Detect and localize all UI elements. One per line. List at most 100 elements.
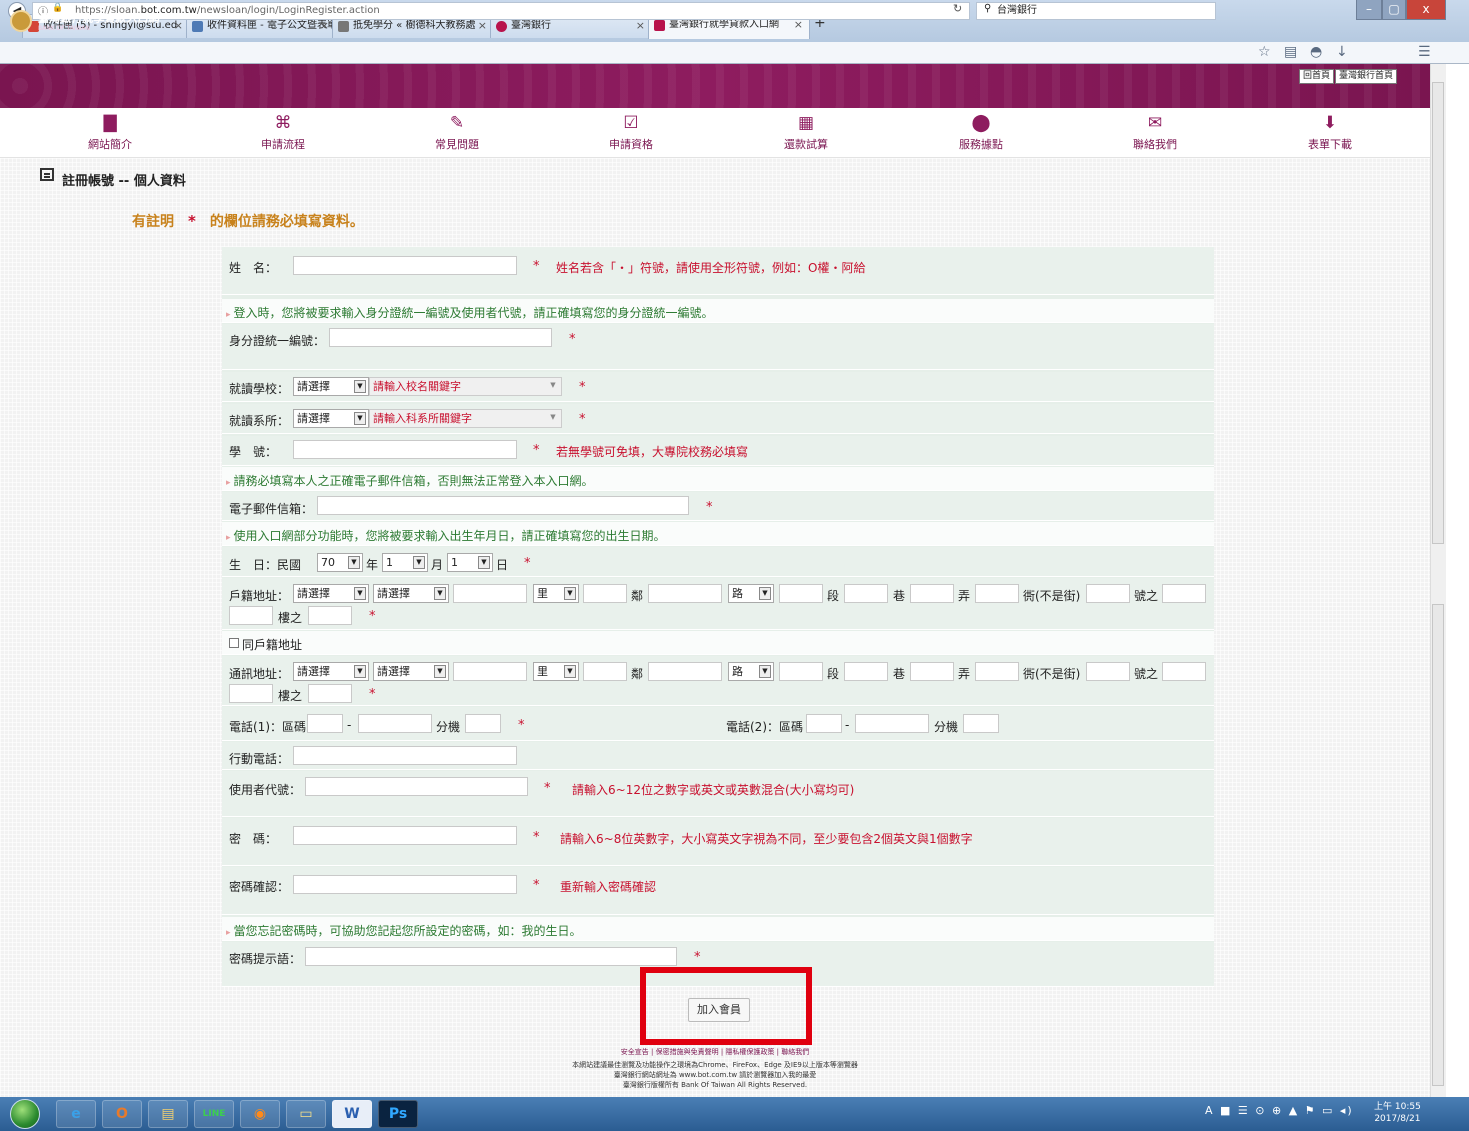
start-button[interactable]	[10, 1099, 40, 1129]
footer-links[interactable]: 安全宣告 | 保密措施與免責聲明 | 隱私權保護政策 | 聯絡我們	[0, 1047, 1430, 1057]
chevron-down-icon: ▼	[434, 587, 446, 600]
clock[interactable]: 上午 10:55 2017/8/21	[1374, 1101, 1421, 1125]
household-floor-sub-input[interactable]	[308, 606, 352, 625]
mailing-alley-input[interactable]	[910, 662, 954, 681]
ie-icon[interactable]: e	[56, 1100, 96, 1128]
birth-year-select[interactable]: 70 ▼	[317, 553, 363, 572]
password-hint-input[interactable]	[305, 947, 677, 966]
school-type-select[interactable]: 請選擇 ▼	[293, 377, 369, 396]
mailing-floor-sub-input[interactable]	[308, 684, 352, 703]
library-icon[interactable]: ▤	[1284, 44, 1297, 60]
sticky-notes-icon[interactable]: ▭	[286, 1100, 326, 1128]
password-hint: 請輸入6~8位英數字，大小寫英文字視為不同，至少要包含2個英文與1個數字	[560, 832, 973, 846]
household-number-sub-input[interactable]	[1162, 584, 1206, 603]
word-icon[interactable]: W	[332, 1100, 372, 1128]
phone2-number-input[interactable]	[855, 714, 929, 733]
password-confirm-input[interactable]	[293, 875, 517, 894]
mailing-number-sub-input[interactable]	[1162, 662, 1206, 681]
school-keyword-combobox[interactable]: 請輸入校名關鍵字 ▼	[369, 377, 562, 396]
household-street-input[interactable]	[975, 584, 1019, 603]
mailing-lin-input[interactable]	[583, 662, 627, 681]
nav-contact[interactable]: ✉ 聯絡我們	[1105, 112, 1205, 152]
household-road-select[interactable]: 路 ▼	[728, 584, 774, 603]
household-number-input[interactable]	[1086, 584, 1130, 603]
mailing-village-input[interactable]	[453, 662, 527, 681]
name-input[interactable]	[293, 256, 517, 275]
url-bar[interactable]: https://sloan.bot.com.tw/newsloan/login/…	[32, 2, 970, 20]
phone1-ext-input[interactable]	[465, 714, 501, 733]
firefox-icon[interactable]: ◉	[240, 1100, 280, 1128]
close-window-button[interactable]: x	[1406, 0, 1446, 20]
line-app-icon[interactable]: LINE	[194, 1100, 234, 1128]
lin-label: 鄰	[631, 667, 644, 681]
household-lane-input[interactable]	[844, 584, 888, 603]
mailing-lane-input[interactable]	[844, 662, 888, 681]
mailing-street-input[interactable]	[975, 662, 1019, 681]
household-city-select[interactable]: 請選擇 ▼	[293, 584, 369, 603]
nav-calculator[interactable]: ▦ 還款試算	[756, 112, 856, 152]
mailing-floor-input[interactable]	[229, 684, 273, 703]
mailing-number-input[interactable]	[1086, 662, 1130, 681]
navigation-bar	[0, 42, 1469, 64]
reload-icon[interactable]: ↻	[953, 2, 962, 15]
household-floor-input[interactable]	[229, 606, 273, 625]
download-icon[interactable]: ↓	[1336, 44, 1348, 60]
household-road-input[interactable]	[648, 584, 722, 603]
minimize-button[interactable]: –	[1356, 0, 1382, 20]
nav-faq[interactable]: ✎ 常見問題	[407, 112, 507, 152]
maximize-button[interactable]: ▢	[1382, 0, 1406, 20]
scrollbar-thumb[interactable]	[1432, 82, 1444, 544]
household-village-input[interactable]	[453, 584, 527, 603]
office-icon[interactable]: O	[102, 1100, 142, 1128]
search-input[interactable]: 台灣銀行	[976, 2, 1216, 20]
select-value: 請選擇	[297, 587, 330, 600]
id-number-input[interactable]	[329, 328, 552, 347]
dept-keyword-combobox[interactable]: 請輸入科系所關鍵字 ▼	[369, 409, 562, 428]
nav-eligibility[interactable]: ☑ 申請資格	[581, 112, 681, 152]
user-id-input[interactable]	[305, 777, 528, 796]
system-tray[interactable]: A ■ ☰ ⊙ ⊕ ▲ ⚑ ▭ ◂)	[1205, 1104, 1354, 1117]
household-li-select[interactable]: 里 ▼	[533, 584, 579, 603]
bank-logo-icon[interactable]	[10, 10, 32, 32]
mobile-input[interactable]	[293, 746, 517, 765]
student-no-input[interactable]	[293, 440, 517, 459]
household-district-select[interactable]: 請選擇 ▼	[373, 584, 449, 603]
nav-locations[interactable]: ⬤ 服務據點	[931, 112, 1031, 152]
birth-note-text: 使用入口網部分功能時，您將被要求輸入出生年月日，請正確填寫您的出生日期。	[233, 529, 666, 543]
mailing-road-input[interactable]	[648, 662, 722, 681]
email-input[interactable]	[317, 496, 689, 515]
site-logo-title[interactable]: 臺灣銀行就學貸款入口網	[38, 10, 159, 26]
mailing-road-select[interactable]: 路 ▼	[728, 662, 774, 681]
same-address-checkbox[interactable]	[229, 638, 239, 648]
mailing-district-select[interactable]: 請選擇 ▼	[373, 662, 449, 681]
household-section-input[interactable]	[779, 584, 823, 603]
lin-label: 鄰	[631, 589, 644, 603]
photoshop-icon[interactable]: Ps	[378, 1100, 418, 1128]
required-star: *	[188, 212, 196, 230]
nav-download[interactable]: ⬇ 表單下載	[1280, 112, 1380, 152]
mailing-section-input[interactable]	[779, 662, 823, 681]
star-icon[interactable]: ☆	[1258, 44, 1271, 60]
menu-icon[interactable]: ☰	[1418, 44, 1431, 60]
scrollbar-thumb-lower[interactable]	[1432, 604, 1444, 1086]
password-input[interactable]	[293, 826, 517, 845]
folder-icon[interactable]: ▤	[148, 1100, 188, 1128]
nav-process[interactable]: ⌘ 申請流程	[233, 112, 333, 152]
home-button[interactable]: 回首頁	[1299, 69, 1335, 84]
birth-month-select[interactable]: 1 ▼	[382, 553, 428, 572]
dept-type-select[interactable]: 請選擇 ▼	[293, 409, 369, 428]
pocket-icon[interactable]: ◓	[1310, 44, 1322, 60]
household-lin-input[interactable]	[583, 584, 627, 603]
birth-note: ▸ 使用入口網部分功能時，您將被要求輸入出生年月日，請正確填寫您的出生日期。	[226, 529, 666, 543]
bank-home-button[interactable]: 臺灣銀行首頁	[1335, 69, 1398, 84]
nav-about[interactable]: ▇ 網站簡介	[60, 112, 160, 152]
phone1-number-input[interactable]	[358, 714, 432, 733]
phone2-ext-input[interactable]	[963, 714, 999, 733]
household-alley-input[interactable]	[910, 584, 954, 603]
birth-day-select[interactable]: 1 ▼	[447, 553, 493, 572]
mailing-city-select[interactable]: 請選擇 ▼	[293, 662, 369, 681]
lane-label: 巷	[893, 589, 906, 603]
phone1-area-input[interactable]	[307, 714, 343, 733]
phone2-area-input[interactable]	[806, 714, 842, 733]
mailing-li-select[interactable]: 里 ▼	[533, 662, 579, 681]
